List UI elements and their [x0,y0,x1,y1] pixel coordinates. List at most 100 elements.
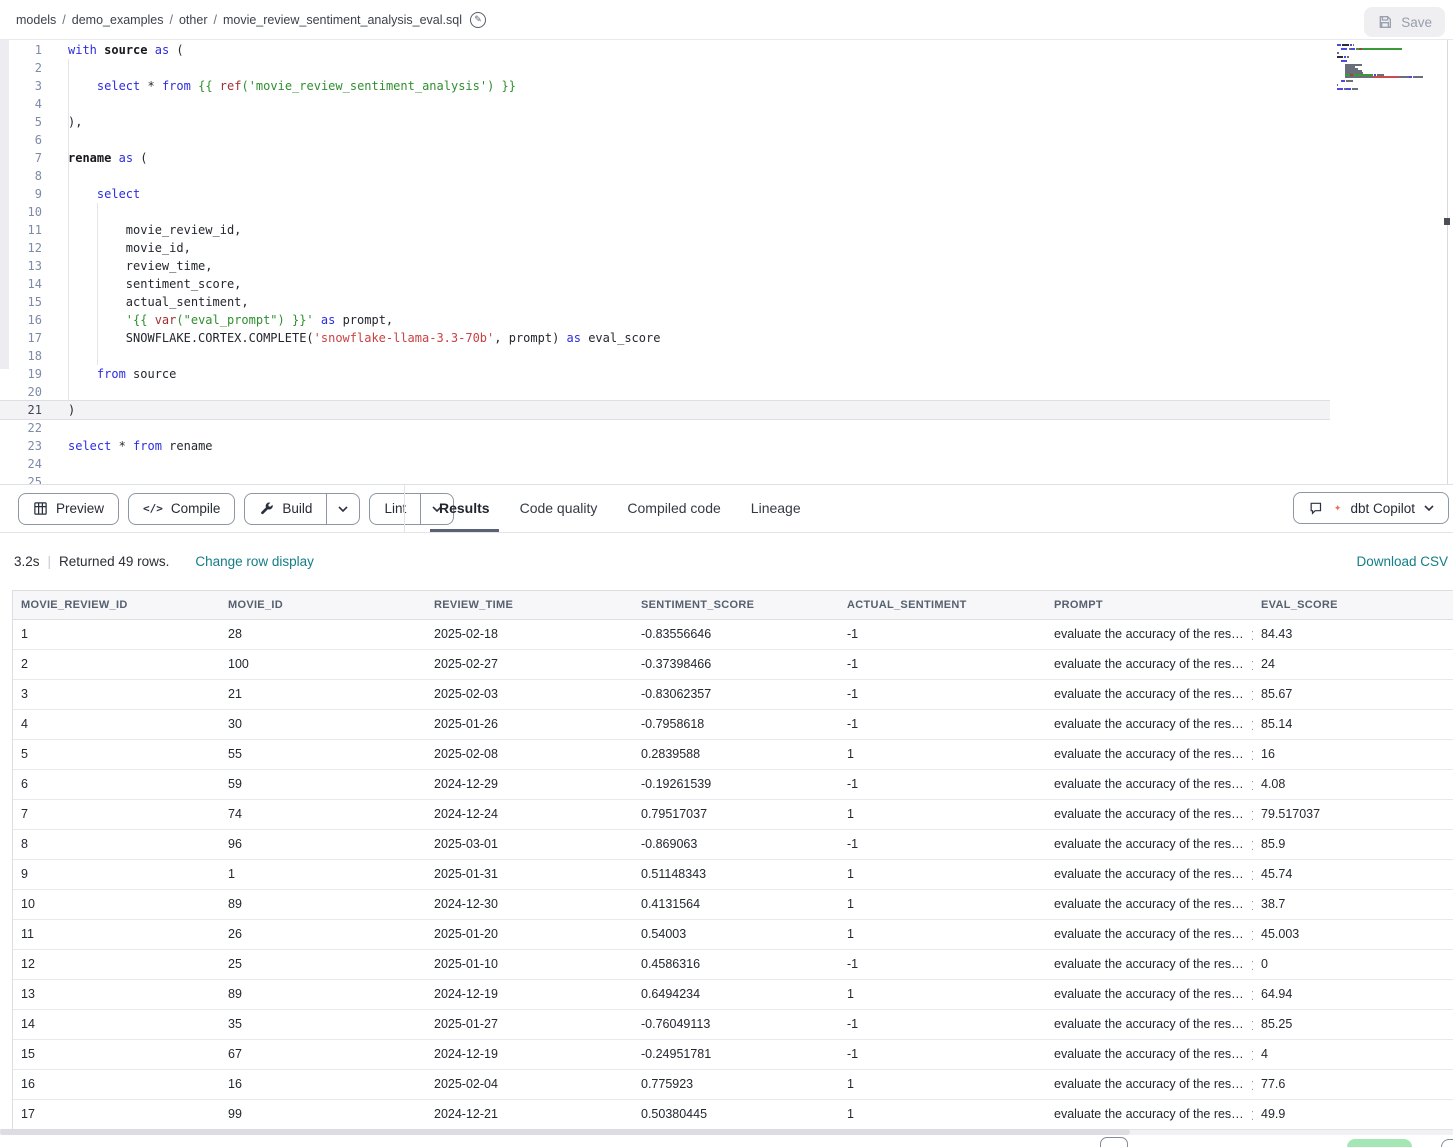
code-line[interactable]: 3 select * from {{ ref('movie_review_sen… [0,77,1330,95]
editor-vertical-scrollbar[interactable] [1447,40,1448,484]
code-line[interactable]: 1with source as ( [0,41,1330,59]
tab-lineage[interactable]: Lineage [736,485,816,532]
code-line[interactable]: 8 [0,167,1330,185]
code-line[interactable]: 23select * from rename [0,437,1330,455]
code-lines[interactable]: 1with source as (23 select * from {{ ref… [0,41,1453,484]
table-grid-icon [33,501,48,516]
code-line[interactable]: 2 [0,59,1330,77]
table-cell: 15 [13,1040,220,1069]
table-cell: 16 [13,1070,220,1099]
table-cell: -1 [839,1010,1046,1039]
code-text: rename as ( [42,149,148,167]
code-line[interactable]: 24 [0,455,1330,473]
code-line[interactable]: 22 [0,419,1330,437]
breadcrumb-segment[interactable]: models [16,13,56,27]
prompt-cell[interactable]: evaluate the accuracy of the res… [1046,1010,1253,1039]
code-line[interactable]: 18 [0,347,1330,365]
prompt-cell[interactable]: evaluate the accuracy of the res… [1046,1040,1253,1069]
prompt-cell[interactable]: evaluate the accuracy of the res… [1046,680,1253,709]
prompt-truncated-text: evaluate the accuracy of the res… [1054,1100,1244,1129]
prompt-cell[interactable]: evaluate the accuracy of the res… [1046,650,1253,679]
compile-button[interactable]: </> Compile [128,493,235,525]
column-header: EVAL_SCORE [1253,591,1453,619]
prompt-cell[interactable]: evaluate the accuracy of the res… [1046,710,1253,739]
prompt-cell[interactable]: evaluate the accuracy of the res… [1046,1100,1253,1129]
table-cell: 1 [839,860,1046,889]
file-header-bar: models/demo_examples/other/movie_review_… [0,0,1453,40]
breadcrumb-segment[interactable]: demo_examples [72,13,164,27]
code-line[interactable]: 4 [0,95,1330,113]
line-number: 6 [0,131,42,149]
prompt-cell[interactable]: evaluate the accuracy of the res… [1046,860,1253,889]
table-cell: -0.37398466 [633,650,839,679]
prompt-cell[interactable]: evaluate the accuracy of the res… [1046,950,1253,979]
prompt-cell[interactable]: evaluate the accuracy of the res… [1046,920,1253,949]
prompt-cell[interactable]: evaluate the accuracy of the res… [1046,830,1253,859]
prompt-cell[interactable]: evaluate the accuracy of the res… [1046,1070,1253,1099]
query-duration: 3.2s [14,554,40,569]
preview-label: Preview [56,501,104,516]
editor-scrollbar-thumb[interactable] [1444,218,1450,225]
prompt-cell[interactable]: evaluate the accuracy of the res… [1046,800,1253,829]
edit-file-icon[interactable]: ✎ [470,12,486,28]
table-cell: 21 [220,680,426,709]
table-cell: 0.775923 [633,1070,839,1099]
code-line[interactable]: 11 movie_review_id, [0,221,1330,239]
code-line[interactable]: 17 SNOWFLAKE.CORTEX.COMPLETE('snowflake-… [0,329,1330,347]
table-cell: 10 [13,890,220,919]
code-line[interactable]: 9 select [0,185,1330,203]
table-row: 4302025-01-26-0.7958618-1evaluate the ac… [13,710,1453,740]
code-line[interactable]: 16 '{{ var("eval_prompt") }}' as prompt, [0,311,1330,329]
prompt-cell[interactable]: evaluate the accuracy of the res… [1046,740,1253,769]
code-line[interactable]: 25 [0,473,1330,484]
code-line[interactable]: 20 [0,383,1330,401]
table-cell: 74 [220,800,426,829]
code-line[interactable]: 21) [0,401,1330,419]
download-csv-link[interactable]: Download CSV [1356,533,1448,590]
editor-minimap[interactable] [1337,44,1433,94]
code-line[interactable]: 14 sentiment_score, [0,275,1330,293]
prompt-cell[interactable]: evaluate the accuracy of the res… [1046,890,1253,919]
table-cell: -1 [839,770,1046,799]
eval-score-cell: 84.43 [1253,620,1453,649]
tab-results[interactable]: Results [424,485,505,532]
prompt-cell[interactable]: evaluate the accuracy of the res… [1046,980,1253,1009]
prompt-cell[interactable]: evaluate the accuracy of the res… [1046,620,1253,649]
horizontal-scrollbar-thumb[interactable] [0,1129,1130,1135]
code-line[interactable]: 5), [0,113,1330,131]
wrench-icon [259,501,274,516]
change-row-display-link[interactable]: Change row display [195,554,314,569]
table-cell: -0.83062357 [633,680,839,709]
build-dropdown[interactable] [326,494,359,524]
table-row: 1282025-02-18-0.83556646-1evaluate the a… [13,620,1453,650]
table-cell: 2025-01-27 [426,1010,633,1039]
code-line[interactable]: 6 [0,131,1330,149]
sql-editor[interactable]: 1with source as (23 select * from {{ ref… [0,40,1453,484]
dbt-copilot-button[interactable]: ✦ dbt Copilot [1293,492,1449,524]
tab-compiled-code[interactable]: Compiled code [612,485,735,532]
prompt-cell[interactable]: evaluate the accuracy of the res… [1046,770,1253,799]
code-line[interactable]: 15 actual_sentiment, [0,293,1330,311]
partial-right-button[interactable] [1441,1139,1453,1147]
table-cell: 2024-12-24 [426,800,633,829]
partial-green-pill-button[interactable] [1347,1139,1412,1147]
table-cell: 26 [220,920,426,949]
save-button[interactable]: Save [1364,7,1445,37]
code-line[interactable]: 13 review_time, [0,257,1330,275]
code-line[interactable]: 12 movie_id, [0,239,1330,257]
eval-score-cell: 77.6 [1253,1070,1453,1099]
lint-button[interactable]: Lint [370,494,420,524]
build-button[interactable]: Build [245,494,326,524]
code-line[interactable]: 10 [0,203,1330,221]
preview-button[interactable]: Preview [18,493,119,525]
code-text [42,473,68,484]
code-text: sentiment_score, [42,275,241,293]
code-line[interactable]: 7rename as ( [0,149,1330,167]
partial-icon-button[interactable] [1100,1137,1128,1147]
tab-code-quality[interactable]: Code quality [505,485,613,532]
breadcrumb-segment[interactable]: other [179,13,208,27]
table-cell: 13 [13,980,220,1009]
code-line[interactable]: 19 from source [0,365,1330,383]
table-row: 21002025-02-27-0.37398466-1evaluate the … [13,650,1453,680]
breadcrumb-segment[interactable]: movie_review_sentiment_analysis_eval.sql [223,13,462,27]
